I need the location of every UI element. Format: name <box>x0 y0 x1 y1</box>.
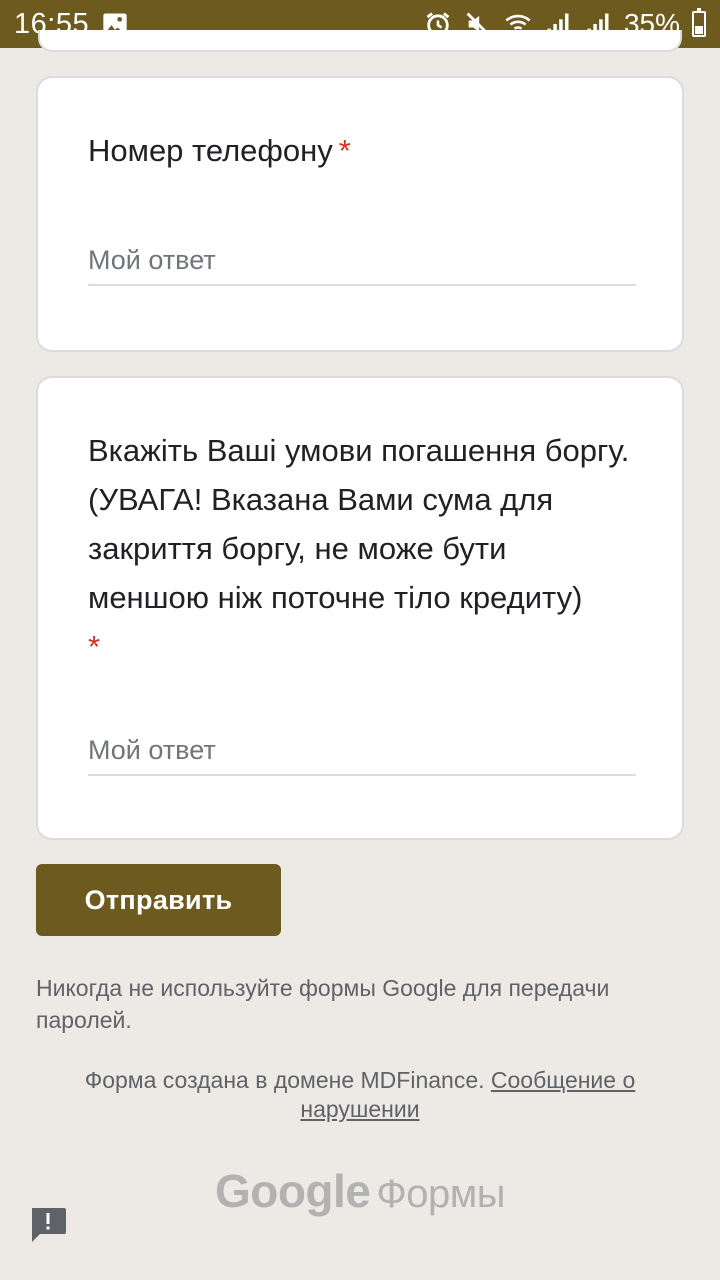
question-label: Вкажіть Ваші умови погашення боргу. (УВА… <box>88 433 630 615</box>
phone-answer-input[interactable] <box>88 236 636 286</box>
required-asterisk: * <box>338 133 351 168</box>
question-title-repayment-terms: Вкажіть Ваші умови погашення боргу. (УВА… <box>88 426 632 671</box>
question-title-phone: Номер телефону * <box>88 126 632 175</box>
required-asterisk: * <box>88 629 101 664</box>
brand-forms: Формы <box>376 1172 506 1216</box>
google-forms-logo[interactable]: Google Формы <box>0 1164 720 1218</box>
report-problem-icon[interactable] <box>28 1204 68 1244</box>
repayment-terms-answer-input[interactable] <box>88 726 636 776</box>
question-card-phone: Номер телефону * <box>36 76 684 352</box>
question-label: Номер телефону <box>88 133 333 168</box>
battery-icon <box>692 8 706 37</box>
footer-domain-note: Форма создана в домене MDFinance. Сообще… <box>40 1066 680 1124</box>
question-card-repayment-terms: Вкажіть Ваші умови погашення боргу. (УВА… <box>36 376 684 840</box>
domain-note: Форма создана в домене MDFinance. <box>84 1067 485 1093</box>
password-warning: Никогда не используйте формы Google для … <box>36 975 610 1033</box>
previous-card-edge <box>38 30 682 52</box>
submit-button[interactable]: Отправить <box>36 864 281 936</box>
brand-google: Google <box>214 1165 371 1217</box>
